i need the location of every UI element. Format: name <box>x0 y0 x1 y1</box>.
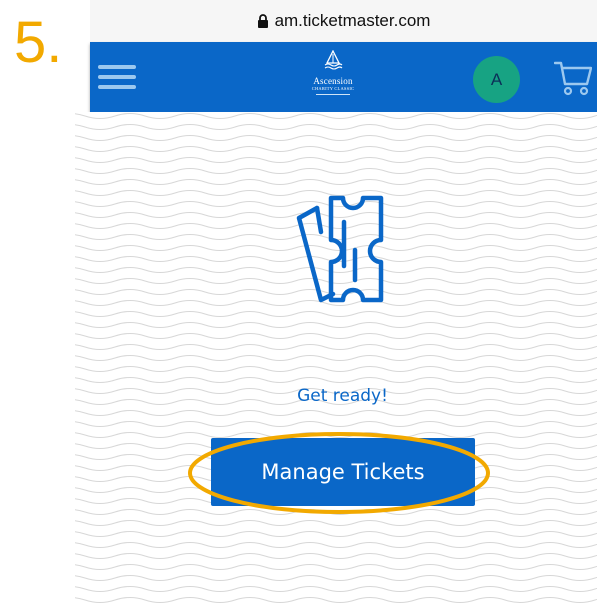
wave-line <box>75 322 597 328</box>
logo-subtitle: CHARITY CLASSIC <box>311 86 355 91</box>
logo-name: Ascension <box>313 76 353 86</box>
browser-url-bar[interactable]: am.ticketmaster.com <box>90 0 597 42</box>
wave-line <box>75 179 597 185</box>
step-number-annotation: 5. <box>14 10 63 75</box>
get-ready-message: Get ready! <box>297 386 388 406</box>
user-avatar-button[interactable]: A <box>473 56 520 103</box>
wave-line <box>75 432 597 438</box>
wave-line <box>75 333 597 339</box>
sailboat-logo-icon <box>324 49 343 70</box>
wave-line <box>75 586 597 592</box>
wave-line <box>75 124 597 130</box>
wave-line <box>75 344 597 350</box>
wave-line <box>75 509 597 515</box>
wave-line <box>75 135 597 141</box>
wave-line <box>75 542 597 548</box>
hamburger-menu-icon[interactable] <box>98 61 136 93</box>
wave-line <box>75 377 597 383</box>
wave-line <box>75 355 597 361</box>
wave-line <box>75 553 597 559</box>
wave-line <box>75 575 597 581</box>
wave-pattern-background <box>75 113 597 603</box>
avatar-initial: A <box>490 69 503 89</box>
wave-line <box>75 520 597 526</box>
wave-line <box>75 410 597 416</box>
screenshot-stage: 5. am.ticketmaster.com Ascension CHARITY… <box>0 0 597 604</box>
url-text: am.ticketmaster.com <box>274 11 431 30</box>
wave-line <box>75 366 597 372</box>
wave-line <box>75 597 597 603</box>
wave-line <box>75 113 597 119</box>
wave-line <box>75 311 597 317</box>
lock-icon <box>257 14 268 28</box>
wave-line <box>75 146 597 152</box>
shopping-cart-icon[interactable] <box>554 60 592 96</box>
brand-logo[interactable]: Ascension CHARITY CLASSIC <box>303 49 363 104</box>
wave-line <box>75 157 597 163</box>
tickets-icon <box>296 195 384 303</box>
wave-line <box>75 531 597 537</box>
logo-underline <box>316 94 350 95</box>
wave-line <box>75 421 597 427</box>
wave-line <box>75 564 597 570</box>
manage-tickets-button[interactable]: Manage Tickets <box>211 438 475 506</box>
app-header: Ascension CHARITY CLASSIC A <box>90 42 597 112</box>
main-content: Get ready! Manage Tickets <box>75 112 597 604</box>
wave-line <box>75 168 597 174</box>
